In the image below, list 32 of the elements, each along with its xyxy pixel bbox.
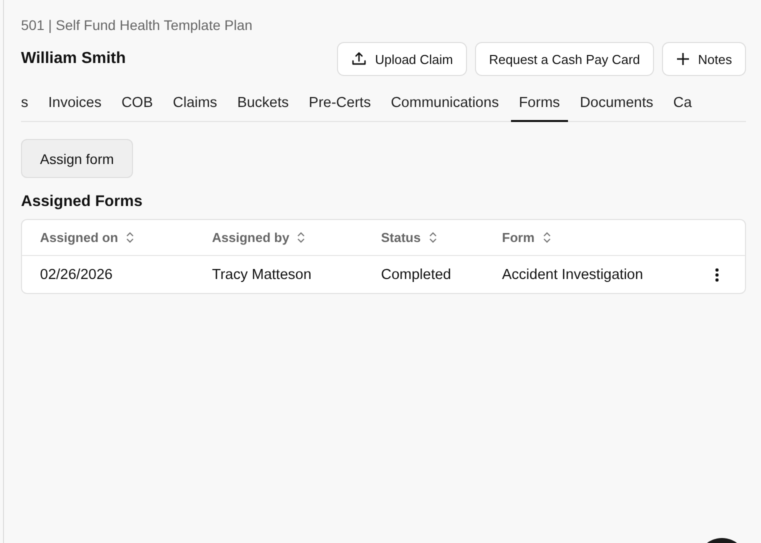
tab[interactable]: Documents [580,89,654,122]
member-name: William Smith [21,50,127,68]
sort-icon [542,232,550,243]
plan-label: 501 | Self Fund Health Template Plan [21,17,254,35]
plus-icon [676,52,690,66]
tab[interactable]: Forms [510,89,568,122]
table-cell-text: Accident Investigation [502,266,644,282]
assign-form-button[interactable]: Assign form [21,139,133,178]
tab[interactable]: Claims [172,89,218,122]
column-header[interactable]: Status [381,230,502,245]
tab[interactable]: Ca [673,89,692,122]
column-header[interactable]: Form [502,230,715,245]
sort-icon [428,232,437,243]
section-title: Assigned Forms [21,193,144,211]
column-header[interactable]: Assigned on [40,230,212,245]
tab[interactable]: s [21,89,28,122]
upload-icon [350,51,367,67]
tab[interactable]: Communications [390,89,499,122]
table-cell-text: Tracy Matteson [212,266,312,282]
column-header[interactable]: Assigned by [212,230,381,245]
action-button[interactable]: Request a Cash Pay Card [475,42,654,76]
tab[interactable]: Invoices [48,89,102,122]
more-options-icon[interactable] [715,268,719,282]
table-cell-text: Completed [381,266,452,282]
sort-icon [126,232,134,243]
sort-icon [297,232,306,243]
tab[interactable]: COB [121,89,153,122]
upload-claim-button[interactable]: Upload Claim [336,42,467,76]
tab[interactable]: Buckets [237,89,289,122]
table-cell-text: 02/26/2026 [40,266,114,282]
tab[interactable]: Pre-Certs [308,89,371,122]
notes-button[interactable]: Notes [662,42,746,76]
